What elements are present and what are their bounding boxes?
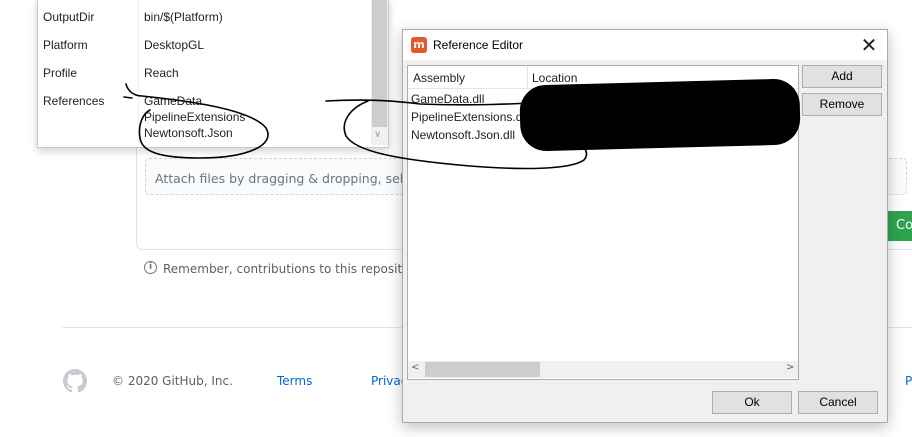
dialog-title: Reference Editor — [433, 38, 524, 52]
commit-button-label: Co — [896, 218, 912, 233]
commit-button[interactable]: Co — [885, 211, 912, 241]
close-icon[interactable]: ✕ — [855, 33, 883, 57]
contribution-notice: Remember, contributions to this reposito… — [163, 262, 440, 276]
scroll-down-arrow-icon[interactable]: ∨ — [374, 129, 381, 140]
dialog-titlebar[interactable]: m Reference Editor ✕ — [403, 30, 887, 60]
property-value-profile[interactable]: Reach — [144, 66, 179, 80]
horizontal-scrollbar[interactable]: < > — [408, 361, 798, 378]
ok-button[interactable]: Ok — [712, 391, 792, 414]
property-name-platform[interactable]: Platform — [43, 38, 88, 52]
property-name-profile[interactable]: Profile — [43, 66, 77, 80]
property-value-outputdir[interactable]: bin/$(Platform) — [144, 10, 223, 24]
info-icon: i — [144, 261, 157, 274]
remove-button-label: Remove — [819, 97, 865, 111]
scrollbar-thumb[interactable] — [372, 0, 387, 127]
add-button-label: Add — [831, 69, 853, 83]
assembly-name: PipelineExtensions.dll — [411, 110, 528, 124]
property-value-reference-item[interactable]: Newtonsoft.Json — [144, 126, 233, 140]
property-value-reference-item[interactable]: PipelineExtensions — [144, 110, 245, 124]
property-value-platform[interactable]: DesktopGL — [144, 38, 204, 52]
scrollbar-thumb[interactable] — [425, 362, 540, 377]
add-button[interactable]: Add — [802, 65, 882, 88]
property-grid: OutputDir bin/$(Platform) Platform Deskt… — [37, 0, 389, 148]
cancel-button-label: Cancel — [819, 395, 857, 409]
property-name-outputdir[interactable]: OutputDir — [43, 10, 94, 24]
footer-link-partial[interactable]: P — [905, 374, 912, 388]
property-grid-scrollbar[interactable]: ∨ — [371, 0, 388, 145]
monogame-icon: m — [411, 37, 427, 53]
property-value-reference-item[interactable]: GameData — [144, 94, 202, 108]
assembly-name: GameData.dll — [411, 92, 485, 106]
github-logo-icon[interactable] — [63, 369, 87, 393]
redaction-mark — [519, 78, 801, 152]
column-header-location[interactable]: Location — [532, 71, 577, 85]
ok-button-label: Ok — [744, 395, 760, 409]
column-header-assembly[interactable]: Assembly — [413, 71, 465, 85]
property-name-references[interactable]: References — [43, 94, 104, 108]
scroll-left-arrow-icon[interactable]: < — [411, 362, 419, 373]
property-grid-separator — [138, 0, 139, 145]
assembly-name: Newtonsoft.Json.dll — [411, 128, 516, 142]
scroll-right-arrow-icon[interactable]: > — [786, 362, 794, 373]
cancel-button[interactable]: Cancel — [798, 391, 878, 414]
column-separator[interactable] — [527, 66, 528, 88]
footer-copyright: © 2020 GitHub, Inc. — [112, 374, 233, 388]
footer-link-terms[interactable]: Terms — [277, 374, 312, 388]
attach-files-text: Attach files by dragging & dropping, sel… — [155, 171, 418, 186]
remove-button[interactable]: Remove — [802, 93, 882, 116]
